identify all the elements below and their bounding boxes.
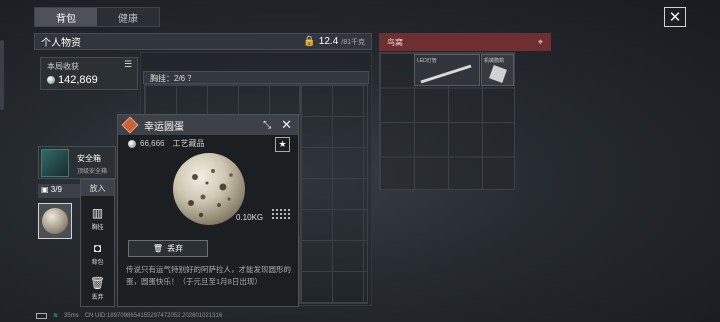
item-label: 机械鹦鹉 (484, 58, 505, 64)
discard-label: 丢弃 (167, 244, 184, 253)
weight-value: 12.4 (318, 36, 339, 47)
tab-health[interactable]: 健康 (97, 8, 159, 26)
item-value: 66,666 (140, 139, 165, 148)
kit-icon: ▣ (41, 185, 49, 194)
item-description: 传说只有运气特别好的阿萨拉人，才能发现圆形的蛋，圆蛋快乐！（于元旦至1月8日出现… (126, 265, 291, 286)
lock-icon: 🔒 (303, 36, 316, 47)
top-tabs: 背包 健康 (34, 7, 160, 27)
item-meta: 66,666 工艺藏品 (128, 138, 204, 149)
discard-button[interactable]: 🗑 丢弃 (128, 240, 208, 257)
side-handle[interactable] (0, 40, 4, 110)
close-icon[interactable]: ✕ (281, 117, 292, 133)
item-category: 工艺藏品 (172, 139, 205, 148)
rarity-diamond-icon (121, 116, 139, 134)
menu-item-label: 丢弃 (91, 295, 104, 301)
item-name: 幸运圆蛋 (144, 121, 184, 133)
trash-icon: 🗑 (152, 244, 164, 253)
backpack-icon: ◘ (93, 241, 102, 255)
backpack-grid[interactable] (300, 84, 368, 304)
weight-unit: /81千克 (341, 38, 365, 46)
menu-item-backpack[interactable]: ◘ 背包 (81, 241, 114, 266)
chest-grid[interactable] (144, 84, 300, 116)
favorite-star-icon[interactable]: ★ (275, 137, 290, 152)
led-tube-item[interactable]: LED灯管 (414, 54, 480, 86)
led-tube-icon (420, 64, 472, 84)
menu-item-label: 背包 (91, 260, 104, 266)
vest-icon: ▥ (91, 206, 104, 220)
mech-parrot-item[interactable]: 机械鹦鹉 (481, 54, 514, 86)
ping-value: 35ms (64, 312, 79, 319)
lucky-egg-image (173, 153, 245, 225)
coin-icon (128, 139, 136, 148)
safe-box-subtitle: 顶级安全箱 (77, 169, 108, 175)
size-grid-icon (271, 208, 291, 221)
location-pin-icon[interactable]: ⌖ (538, 37, 543, 48)
battery-icon (36, 312, 47, 319)
put-in-label: 放入 (81, 180, 114, 196)
menu-item-discard[interactable]: 🗑 丢弃 (81, 276, 114, 301)
harvest-value: 142,869 (58, 74, 98, 86)
menu-item-label: 胸挂 (91, 225, 104, 231)
weight-indicator: 🔒 12.4 /81千克 (303, 36, 365, 47)
item-detail-card: 幸运圆蛋 ⤡ ✕ 66,666 工艺藏品 ★ 0.10KG 🗑 丢弃 传说只有运… (117, 114, 299, 307)
item-label: LED灯管 (417, 58, 437, 64)
status-footer: ≋ 35ms CN UID:1897098654155297472052.202… (36, 312, 222, 319)
coin-icon (47, 76, 55, 84)
list-icon[interactable]: ☰ (124, 59, 136, 71)
chest-rig-header: 胸挂：2/6 ？ (143, 71, 369, 84)
slot-count: ▣ 3/9 (38, 184, 80, 198)
tab-backpack[interactable]: 背包 (35, 8, 97, 26)
parrot-icon (488, 65, 507, 83)
slot-count-value: 3/9 (50, 185, 62, 194)
uid-text: CN UID:1897098654155297472052.2026010213… (84, 312, 223, 319)
safe-box-name: 安全箱 (77, 154, 101, 163)
egg-slot-item[interactable] (38, 203, 72, 239)
personal-title: 个人物资 (41, 38, 81, 49)
personal-header: 个人物资 🔒 12.4 /81千克 (34, 33, 372, 50)
collapse-icon[interactable]: ⤡ (263, 120, 271, 131)
wifi-icon: ≋ (53, 313, 59, 319)
safe-box[interactable]: 安全箱 顶级安全箱 (38, 146, 116, 179)
context-menu: 放入 ▥ 胸挂 ◘ 背包 🗑 丢弃 (80, 179, 115, 307)
menu-item-chest-rig[interactable]: ▥ 胸挂 (81, 206, 114, 231)
safe-box-icon (41, 149, 69, 177)
item-weight: 0.10KG (236, 213, 264, 222)
close-icon[interactable]: ✕ (664, 7, 686, 27)
harvest-label: 本局收获 (47, 62, 79, 71)
item-card-header: 幸运圆蛋 ⤡ ✕ (118, 115, 298, 135)
egg-speckles-icon (188, 169, 233, 218)
trash-icon: 🗑 (89, 276, 106, 290)
bird-nest-title: 鸟窝 (387, 37, 403, 47)
egg-thumbnail-icon (42, 208, 68, 234)
bird-nest-header: 鸟窝 ⌖ (379, 33, 551, 51)
